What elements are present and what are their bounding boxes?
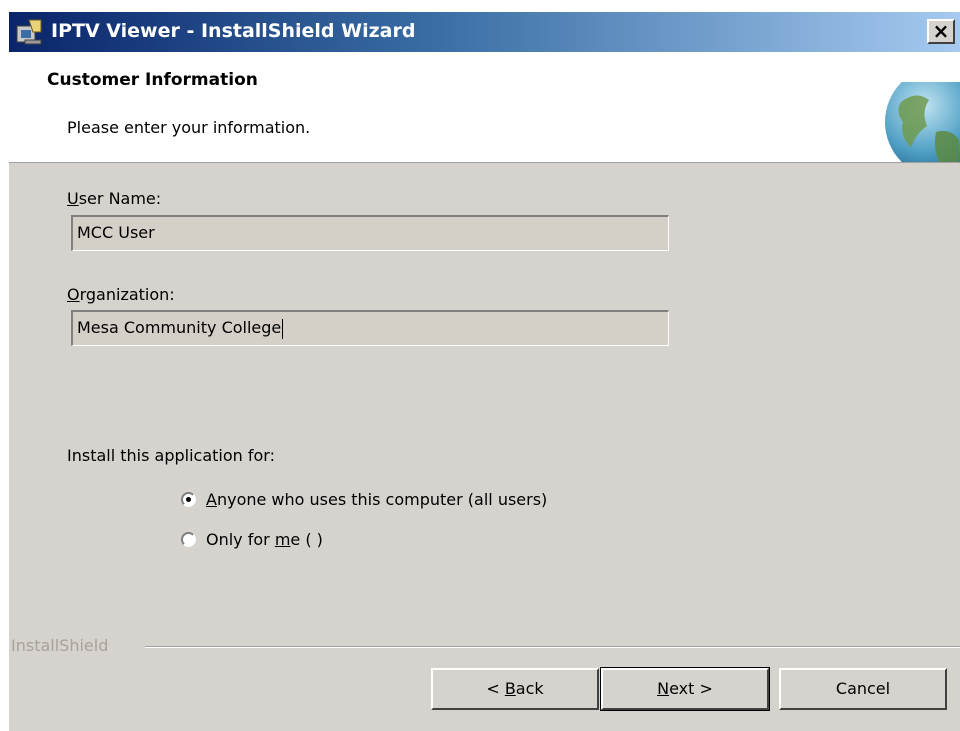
- radio-only-me[interactable]: Only for me ( ): [181, 530, 323, 549]
- cancel-button[interactable]: Cancel: [779, 668, 947, 710]
- installer-app-icon: [16, 19, 42, 45]
- installer-window: IPTV Viewer - InstallShield Wizard × Cus…: [8, 12, 960, 731]
- title-bar[interactable]: IPTV Viewer - InstallShield Wizard ×: [9, 12, 960, 52]
- globe-icon: [885, 82, 960, 162]
- close-button[interactable]: ×: [927, 19, 955, 44]
- radio-all-users[interactable]: Anyone who uses this computer (all users…: [181, 490, 547, 509]
- back-button[interactable]: < Back: [431, 668, 599, 710]
- footer-divider: [145, 646, 960, 648]
- organization-value: Mesa Community College: [77, 318, 282, 337]
- install-for-label: Install this application for:: [67, 446, 275, 465]
- organization-label: Organization:: [67, 285, 175, 304]
- text-cursor: [282, 318, 284, 339]
- next-button[interactable]: Next >: [600, 667, 770, 711]
- page-subtitle: Please enter your information.: [67, 118, 311, 137]
- radio-button-unselected[interactable]: [181, 532, 196, 547]
- organization-field[interactable]: Mesa Community College: [71, 310, 669, 346]
- header-banner: Customer Information Please enter your i…: [9, 52, 960, 163]
- radio-only-me-label: Only for me ( ): [206, 530, 323, 549]
- user-name-label: User Name:: [67, 189, 162, 208]
- radio-all-users-label: Anyone who uses this computer (all users…: [206, 490, 548, 509]
- user-name-value: MCC User: [77, 223, 155, 242]
- page-title: Customer Information: [47, 70, 258, 90]
- window-title: IPTV Viewer - InstallShield Wizard: [51, 20, 416, 42]
- user-name-field[interactable]: MCC User: [71, 215, 669, 251]
- radio-button-selected[interactable]: [181, 492, 196, 507]
- installshield-brand: InstallShield: [11, 636, 115, 655]
